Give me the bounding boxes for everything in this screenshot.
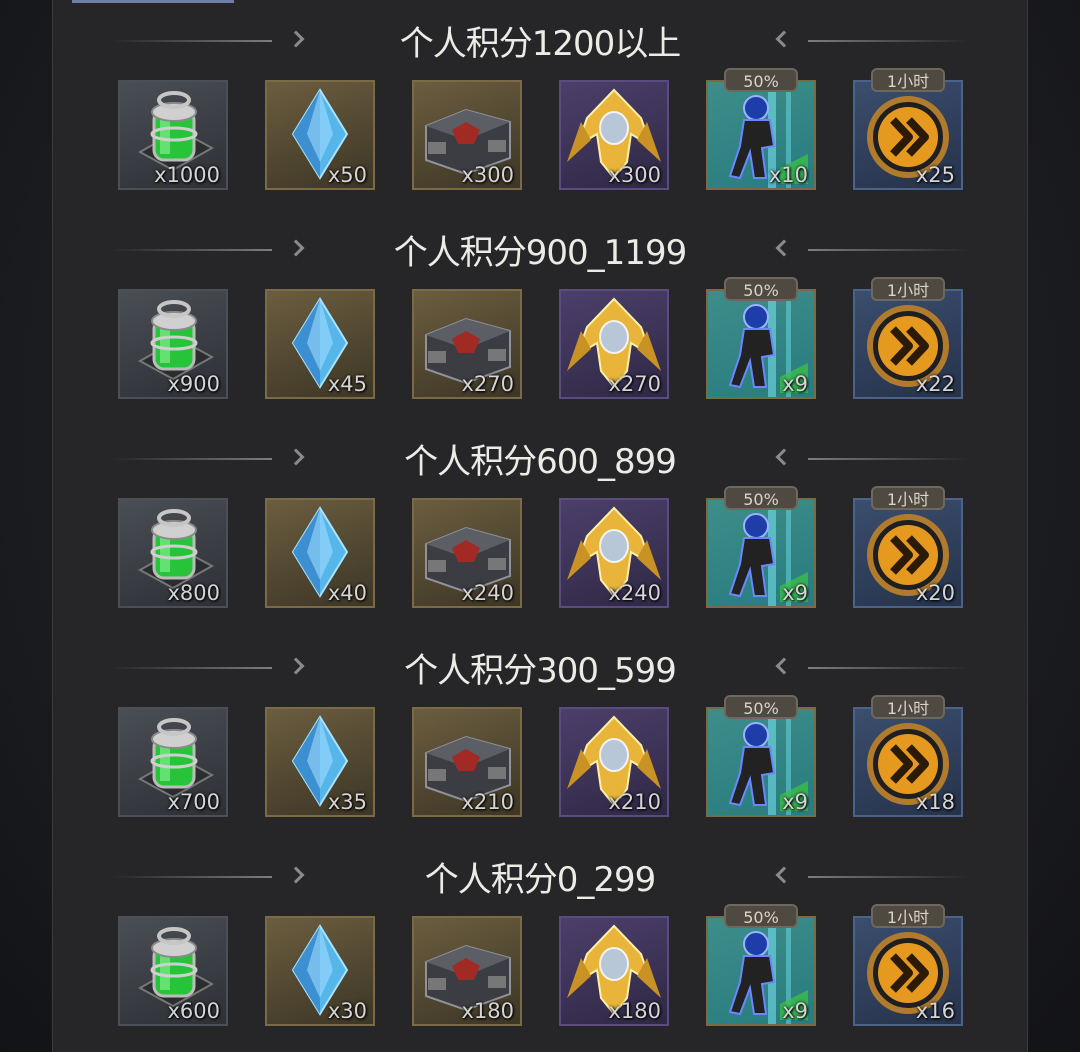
reward-item-green-canister[interactable]: x800 bbox=[118, 498, 228, 608]
reward-item-gold-emblem[interactable]: x210 bbox=[559, 707, 669, 817]
reward-count: x9 bbox=[782, 999, 808, 1023]
reward-item-speedup-chevron[interactable]: x18 bbox=[853, 707, 963, 817]
reward-row: x700 x35 x210 x210 x9 x18 bbox=[0, 707, 1080, 819]
reward-row: x1000 x50 x300 x300 x10 x25 bbox=[0, 80, 1080, 192]
reward-tag-badge: 50% bbox=[724, 68, 798, 92]
reward-tag-badge: 50% bbox=[724, 904, 798, 928]
reward-item-blue-crystal[interactable]: x35 bbox=[265, 707, 375, 817]
reward-count: x35 bbox=[327, 790, 367, 814]
reward-count: x210 bbox=[608, 790, 661, 814]
reward-item-green-canister[interactable]: x1000 bbox=[118, 80, 228, 190]
reward-item-soldier-speedup[interactable]: x9 bbox=[706, 498, 816, 608]
reward-count: x18 bbox=[915, 790, 955, 814]
reward-count: x40 bbox=[327, 581, 367, 605]
reward-tag-badge: 1小时 bbox=[871, 486, 945, 510]
reward-item-gold-emblem[interactable]: x300 bbox=[559, 80, 669, 190]
tier-header: 个人积分900_1199 bbox=[52, 215, 1028, 275]
reward-item-speedup-chevron[interactable]: x20 bbox=[853, 498, 963, 608]
reward-count: x1000 bbox=[154, 163, 220, 187]
reward-count: x50 bbox=[327, 163, 367, 187]
reward-count: x180 bbox=[608, 999, 661, 1023]
reward-count: x25 bbox=[915, 163, 955, 187]
reward-count: x270 bbox=[461, 372, 514, 396]
reward-count: x16 bbox=[915, 999, 955, 1023]
reward-item-green-canister[interactable]: x900 bbox=[118, 289, 228, 399]
reward-item-armor-chest[interactable]: x180 bbox=[412, 916, 522, 1026]
divider-right bbox=[808, 249, 968, 251]
tab-accent bbox=[72, 0, 234, 3]
divider-right bbox=[808, 667, 968, 669]
reward-count: x45 bbox=[327, 372, 367, 396]
reward-item-gold-emblem[interactable]: x240 bbox=[559, 498, 669, 608]
tier-header: 个人积分600_899 bbox=[52, 424, 1028, 484]
reward-item-armor-chest[interactable]: x300 bbox=[412, 80, 522, 190]
reward-row: x900 x45 x270 x270 x9 x22 bbox=[0, 289, 1080, 401]
reward-count: x240 bbox=[608, 581, 661, 605]
divider-right bbox=[808, 40, 968, 42]
reward-tag-badge: 1小时 bbox=[871, 695, 945, 719]
reward-count: x9 bbox=[782, 790, 808, 814]
reward-row: x800 x40 x240 x240 x9 x20 bbox=[0, 498, 1080, 610]
divider-right bbox=[808, 458, 968, 460]
reward-item-speedup-chevron[interactable]: x25 bbox=[853, 80, 963, 190]
tier-header: 个人积分1200以上 bbox=[52, 6, 1028, 66]
reward-count: x22 bbox=[915, 372, 955, 396]
reward-count: x300 bbox=[461, 163, 514, 187]
tier-header: 个人积分0_299 bbox=[52, 842, 1028, 902]
reward-item-green-canister[interactable]: x700 bbox=[118, 707, 228, 817]
reward-item-soldier-speedup[interactable]: x9 bbox=[706, 289, 816, 399]
reward-count: x9 bbox=[782, 372, 808, 396]
reward-item-blue-crystal[interactable]: x40 bbox=[265, 498, 375, 608]
reward-count: x9 bbox=[782, 581, 808, 605]
reward-count: x240 bbox=[461, 581, 514, 605]
reward-count: x180 bbox=[461, 999, 514, 1023]
reward-tag-badge: 50% bbox=[724, 277, 798, 301]
reward-count: x800 bbox=[167, 581, 220, 605]
reward-item-armor-chest[interactable]: x240 bbox=[412, 498, 522, 608]
reward-tag-badge: 1小时 bbox=[871, 904, 945, 928]
reward-count: x30 bbox=[327, 999, 367, 1023]
reward-count: x700 bbox=[167, 790, 220, 814]
reward-item-soldier-speedup[interactable]: x9 bbox=[706, 707, 816, 817]
reward-item-soldier-speedup[interactable]: x9 bbox=[706, 916, 816, 1026]
reward-item-gold-emblem[interactable]: x270 bbox=[559, 289, 669, 399]
reward-count: x300 bbox=[608, 163, 661, 187]
reward-item-gold-emblem[interactable]: x180 bbox=[559, 916, 669, 1026]
reward-count: x270 bbox=[608, 372, 661, 396]
reward-count: x900 bbox=[167, 372, 220, 396]
reward-tag-badge: 50% bbox=[724, 486, 798, 510]
reward-item-blue-crystal[interactable]: x30 bbox=[265, 916, 375, 1026]
reward-count: x210 bbox=[461, 790, 514, 814]
reward-item-speedup-chevron[interactable]: x22 bbox=[853, 289, 963, 399]
reward-count: x20 bbox=[915, 581, 955, 605]
reward-tag-badge: 1小时 bbox=[871, 277, 945, 301]
reward-item-green-canister[interactable]: x600 bbox=[118, 916, 228, 1026]
reward-item-blue-crystal[interactable]: x50 bbox=[265, 80, 375, 190]
reward-item-speedup-chevron[interactable]: x16 bbox=[853, 916, 963, 1026]
tier-header: 个人积分300_599 bbox=[52, 633, 1028, 693]
reward-item-armor-chest[interactable]: x210 bbox=[412, 707, 522, 817]
reward-row: x600 x30 x180 x180 x9 x16 bbox=[0, 916, 1080, 1028]
reward-item-blue-crystal[interactable]: x45 bbox=[265, 289, 375, 399]
reward-count: x600 bbox=[167, 999, 220, 1023]
reward-tag-badge: 50% bbox=[724, 695, 798, 719]
reward-item-armor-chest[interactable]: x270 bbox=[412, 289, 522, 399]
reward-item-soldier-speedup[interactable]: x10 bbox=[706, 80, 816, 190]
reward-count: x10 bbox=[768, 163, 808, 187]
reward-tag-badge: 1小时 bbox=[871, 68, 945, 92]
divider-right bbox=[808, 876, 968, 878]
